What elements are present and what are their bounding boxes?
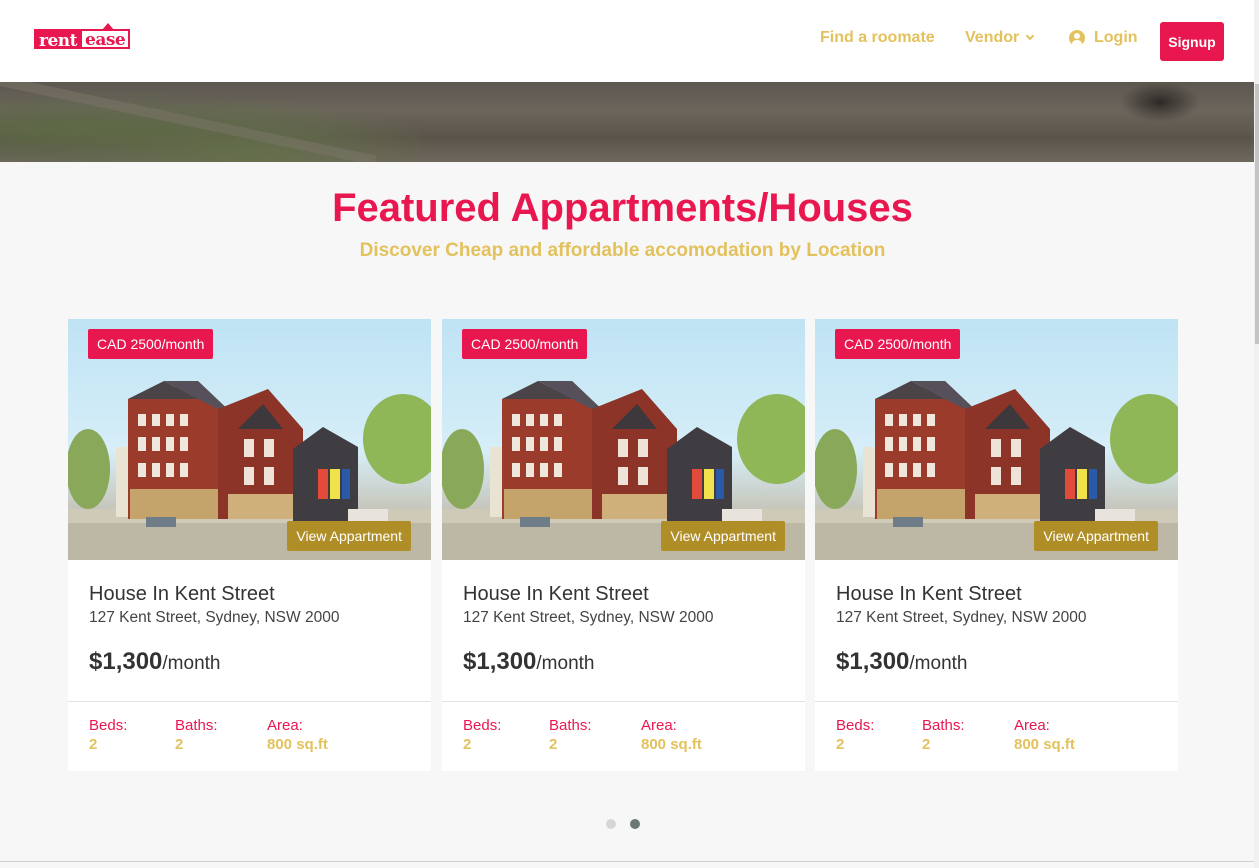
rentease-logo[interactable]: rent ease <box>34 23 131 51</box>
area-label: Area: <box>267 717 303 734</box>
beds-label: Beds: <box>89 717 128 734</box>
beds-info: Beds: 2 <box>836 716 874 754</box>
price-amount: $1,300 <box>463 648 537 675</box>
hero-background-image <box>0 82 1254 162</box>
beds-value: 2 <box>89 736 98 753</box>
area-value: 800 sq.ft <box>1014 736 1075 753</box>
property-image[interactable]: CAD 2500/month View Appartment <box>68 319 431 560</box>
card-divider <box>815 701 1178 702</box>
baths-info: Baths: 2 <box>175 716 218 754</box>
navbar: rent ease Find a roomate Vendor Login Si… <box>0 0 1254 82</box>
property-price: $1,300/month <box>836 648 968 676</box>
signup-button[interactable]: Signup <box>1160 22 1224 61</box>
card-divider <box>68 701 431 702</box>
property-price: $1,300/month <box>463 648 595 676</box>
section-title: Featured Appartments/Houses <box>332 186 913 230</box>
view-apartment-button[interactable]: View Appartment <box>661 521 785 551</box>
logo-ease-label: ease <box>85 30 126 50</box>
baths-label: Baths: <box>175 717 218 734</box>
property-title[interactable]: House In Kent Street <box>836 583 1022 606</box>
view-apartment-button[interactable]: View Appartment <box>1034 521 1158 551</box>
nav-login[interactable]: Login <box>1069 29 1138 47</box>
price-badge: CAD 2500/month <box>88 329 214 359</box>
property-image[interactable]: CAD 2500/month View Appartment <box>815 319 1178 560</box>
price-unit: /month <box>536 653 595 674</box>
chevron-down-icon <box>1025 31 1035 41</box>
beds-value: 2 <box>836 736 845 753</box>
area-label: Area: <box>641 717 677 734</box>
price-amount: $1,300 <box>836 648 910 675</box>
baths-value: 2 <box>922 736 931 753</box>
nav-vendor-label: Vendor <box>965 29 1020 46</box>
property-image[interactable]: CAD 2500/month View Appartment <box>442 319 805 560</box>
price-amount: $1,300 <box>89 648 163 675</box>
price-unit: /month <box>162 653 221 674</box>
baths-label: Baths: <box>549 717 592 734</box>
area-info: Area: 800 sq.ft <box>267 716 328 754</box>
house-roof-icon <box>102 23 115 30</box>
area-info: Area: 800 sq.ft <box>641 716 702 754</box>
area-label: Area: <box>1014 717 1050 734</box>
baths-value: 2 <box>175 736 184 753</box>
carousel-dot-1[interactable] <box>606 819 616 829</box>
property-address: 127 Kent Street, Sydney, NSW 2000 <box>89 609 340 626</box>
area-value: 800 sq.ft <box>641 736 702 753</box>
property-card[interactable]: CAD 2500/month View Appartment House In … <box>68 319 431 771</box>
nav-login-label: Login <box>1094 29 1138 46</box>
property-title[interactable]: House In Kent Street <box>463 583 649 606</box>
property-card[interactable]: CAD 2500/month View Appartment House In … <box>815 319 1178 771</box>
beds-info: Beds: 2 <box>89 716 127 754</box>
card-divider <box>442 701 805 702</box>
bottom-divider <box>0 861 1259 862</box>
beds-info: Beds: 2 <box>463 716 501 754</box>
baths-label: Baths: <box>922 717 965 734</box>
area-value: 800 sq.ft <box>267 736 328 753</box>
price-badge: CAD 2500/month <box>835 329 961 359</box>
property-price: $1,300/month <box>89 648 221 676</box>
nav-vendor-dropdown[interactable]: Vendor <box>965 29 1035 47</box>
carousel-dot-2[interactable] <box>630 819 640 829</box>
beds-label: Beds: <box>463 717 502 734</box>
nav-find-roommate[interactable]: Find a roomate <box>820 29 935 47</box>
section-subtitle: Discover Cheap and affordable accomodati… <box>359 240 886 261</box>
property-card[interactable]: CAD 2500/month View Appartment House In … <box>442 319 805 771</box>
page-scrollbar-thumb[interactable] <box>1255 84 1259 344</box>
logo-ease-text: ease <box>82 23 131 50</box>
view-apartment-button[interactable]: View Appartment <box>287 521 411 551</box>
price-unit: /month <box>909 653 968 674</box>
baths-info: Baths: 2 <box>922 716 965 754</box>
baths-info: Baths: 2 <box>549 716 592 754</box>
baths-value: 2 <box>549 736 558 753</box>
logo-rent-text: rent <box>34 29 82 51</box>
property-address: 127 Kent Street, Sydney, NSW 2000 <box>836 609 1087 626</box>
property-title[interactable]: House In Kent Street <box>89 583 275 606</box>
user-circle-icon <box>1069 30 1085 46</box>
beds-label: Beds: <box>836 717 875 734</box>
price-badge: CAD 2500/month <box>462 329 588 359</box>
hero-shadow <box>1120 82 1200 122</box>
area-info: Area: 800 sq.ft <box>1014 716 1075 754</box>
property-address: 127 Kent Street, Sydney, NSW 2000 <box>463 609 714 626</box>
beds-value: 2 <box>463 736 472 753</box>
